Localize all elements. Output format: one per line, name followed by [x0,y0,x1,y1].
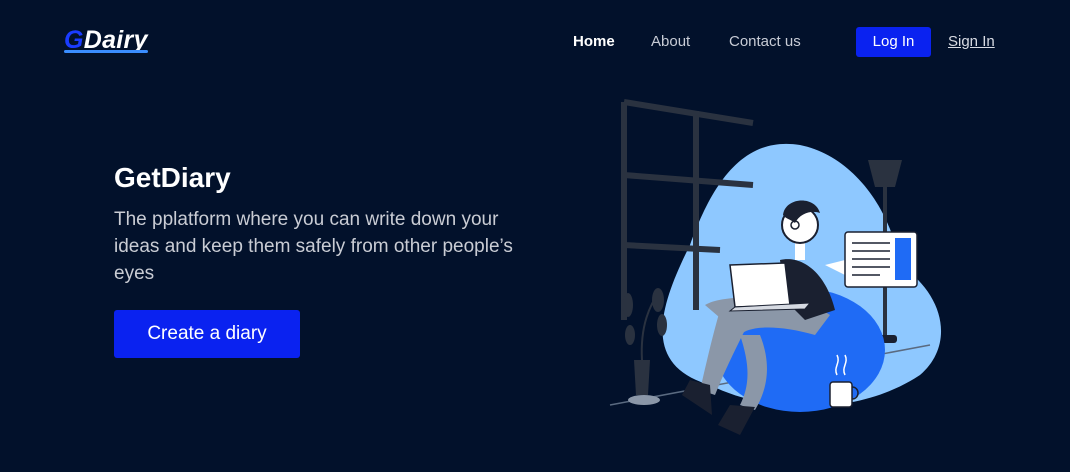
login-button[interactable]: Log In [856,27,931,57]
man-with-laptop-illustration [609,99,942,435]
signin-link[interactable]: Sign In [948,33,995,50]
nav-contact-link[interactable]: Contact us [729,33,801,50]
hero-description: The pplatform where you can write down y… [114,209,513,284]
create-diary-button[interactable]: Create a diary [114,310,300,358]
nav-about-link[interactable]: About [651,33,690,50]
hero-title: GetDiary [114,162,231,193]
top-navigation: Home About Contact us Log In Sign In [0,0,1070,80]
nav-home-link[interactable]: Home [573,33,615,50]
plant-icon [623,288,667,405]
